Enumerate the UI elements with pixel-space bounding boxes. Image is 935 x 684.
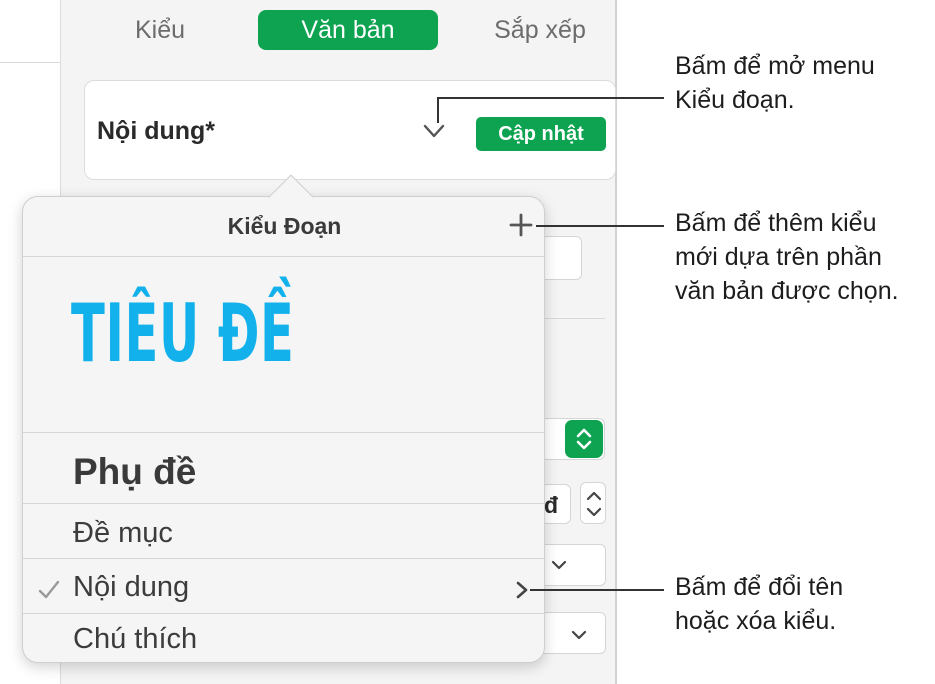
chevron-down-icon [571, 630, 587, 640]
current-style-name: Nội dung* [97, 117, 216, 145]
callout-line: mới dựa trên phần [675, 243, 882, 271]
style-item-body[interactable]: Nội dung [73, 571, 189, 604]
style-item-subtitle[interactable]: Phụ đề [73, 451, 196, 493]
callout-line: Bấm để mở menu [675, 52, 875, 80]
divider [23, 256, 544, 257]
chevron-down-icon[interactable] [423, 123, 445, 139]
callout-open-menu: Bấm để mở menu Kiểu đoạn. [675, 49, 875, 117]
callout-leader [536, 225, 664, 227]
font-popup-button[interactable] [565, 420, 603, 458]
font-size-partial-text: đ [544, 492, 559, 518]
callout-leader [437, 97, 664, 99]
checkmark-icon [38, 580, 60, 599]
up-down-icon [576, 428, 592, 450]
chevron-down-icon [551, 560, 567, 570]
callout-add-style: Bấm để thêm kiểu mới dựa trên phần văn b… [675, 206, 899, 308]
paragraph-styles-popover: Kiểu Đoạn TIÊU ĐỀ Phụ đề Đề mục Nội dung… [22, 174, 545, 663]
stepper-arrows-icon [586, 491, 602, 517]
divider [23, 503, 544, 504]
popover-title: Kiểu Đoạn [227, 213, 342, 239]
callout-rename-delete: Bấm để đổi tên hoặc xóa kiểu. [675, 570, 843, 638]
tab-text[interactable]: Văn bản [258, 10, 438, 50]
plus-icon[interactable] [509, 213, 533, 237]
divider [23, 613, 544, 614]
callout-leader [437, 97, 439, 123]
divider [23, 432, 544, 433]
style-item-heading[interactable]: Đề mục [73, 517, 173, 550]
divider [23, 558, 544, 559]
chevron-right-icon[interactable] [515, 581, 529, 599]
tab-arrange[interactable]: Sắp xếp [480, 10, 600, 50]
paragraph-style-selector[interactable]: Nội dung* Cập nhật [84, 80, 616, 180]
tab-style[interactable]: Kiểu [120, 10, 200, 50]
callout-line: Bấm để đổi tên [675, 573, 844, 601]
callout-line: Bấm để thêm kiểu [675, 209, 877, 237]
divider [0, 62, 60, 63]
format-tabs: Kiểu Văn bản Sắp xếp [60, 0, 615, 62]
callout-line: Kiểu đoạn. [675, 86, 795, 114]
style-item-title[interactable]: TIÊU ĐỀ [71, 287, 295, 380]
divider [540, 318, 605, 319]
callout-leader [530, 589, 664, 591]
style-item-caption[interactable]: Chú thích [73, 623, 197, 656]
font-size-stepper[interactable] [580, 482, 606, 524]
callout-line: hoặc xóa kiểu. [675, 607, 837, 635]
update-style-button[interactable]: Cập nhật [476, 117, 606, 151]
callout-line: văn bản được chọn. [675, 277, 899, 305]
